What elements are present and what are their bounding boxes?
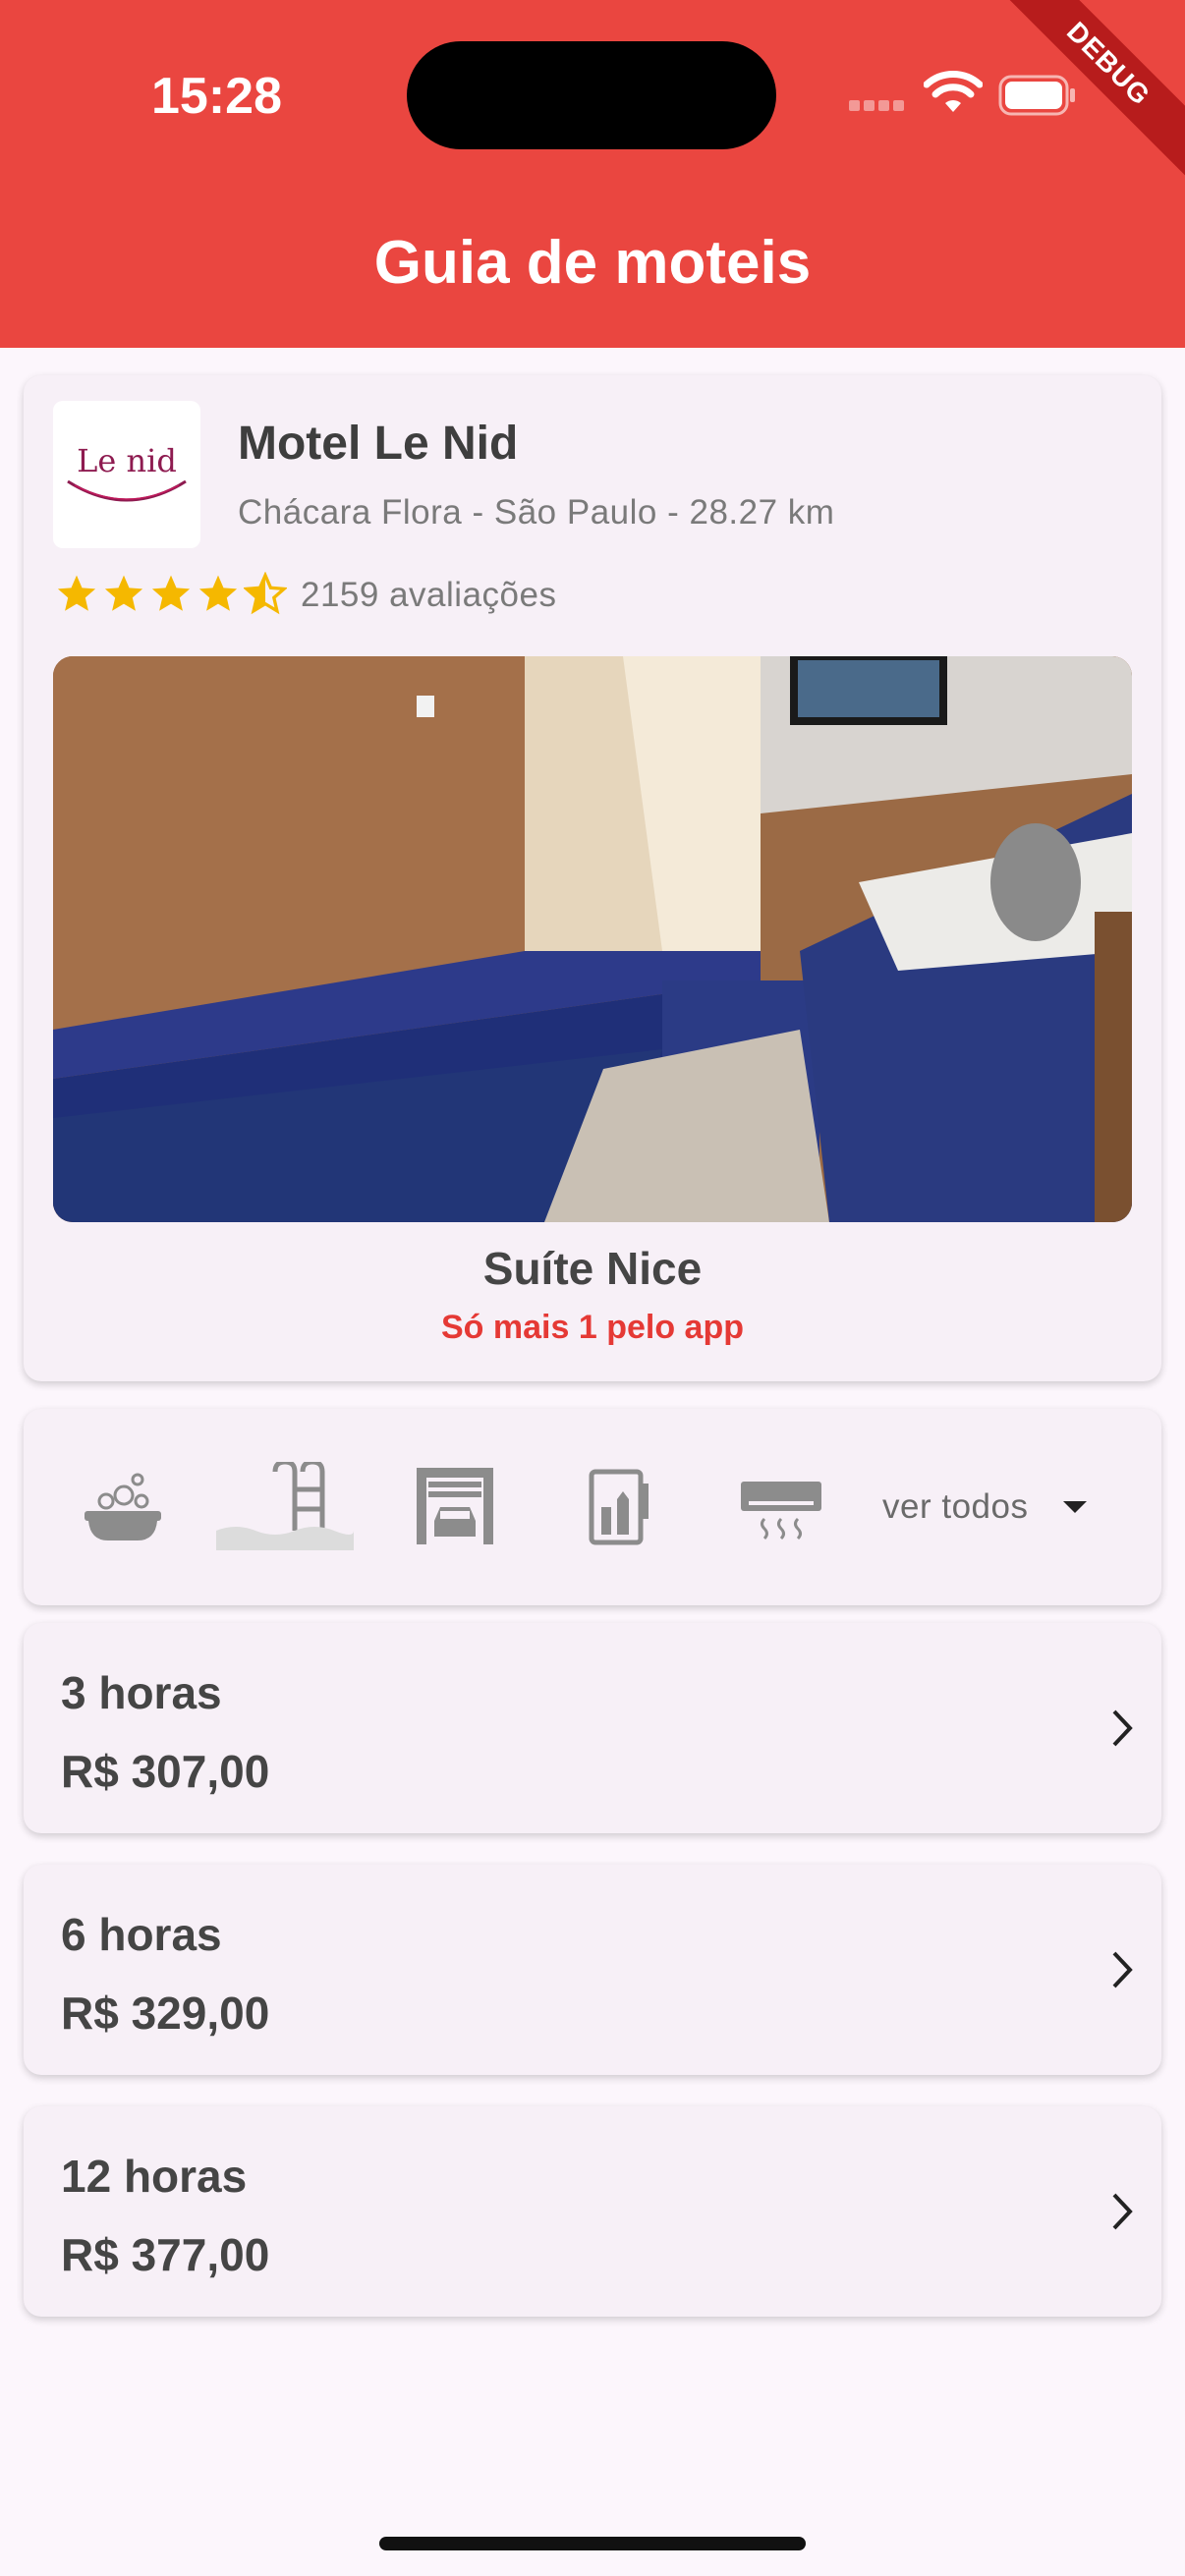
price-duration: 6 horas: [61, 1909, 222, 1960]
app-bar: 15:28 DEBUG Guia de moteis: [0, 0, 1185, 348]
minibar-icon: [574, 1462, 662, 1550]
star-icon: [198, 575, 238, 611]
home-indicator[interactable]: [379, 2537, 806, 2550]
price-duration: 3 horas: [61, 1667, 222, 1718]
see-all-amenities-button[interactable]: ver todos: [882, 1487, 1028, 1527]
status-time: 15:28: [151, 68, 282, 125]
cellular-signal-icon: [849, 98, 910, 114]
garage-icon: [411, 1462, 499, 1550]
motel-card[interactable]: Le nid Motel Le Nid Chácara Flora - São …: [24, 375, 1161, 1381]
price-option-6h[interactable]: 6 horas R$ 329,00: [24, 1865, 1161, 2075]
price-duration: 12 horas: [61, 2151, 248, 2202]
suite-photo[interactable]: [53, 656, 1132, 1222]
suite-name: Suíte Nice: [482, 1243, 703, 1294]
air-conditioning-icon: [737, 1462, 825, 1550]
motel-location: Chácara Flora - São Paulo - 28.27 km: [238, 493, 835, 532]
price-option-12h[interactable]: 12 horas R$ 377,00: [24, 2106, 1161, 2317]
wifi-icon: [923, 69, 984, 116]
rating-stars: [55, 571, 291, 621]
star-icon: [57, 575, 96, 611]
chevron-right-icon: [1112, 1951, 1133, 1988]
chevron-right-icon: [1112, 2193, 1133, 2230]
star-half-icon: [242, 571, 289, 615]
dynamic-island: [407, 41, 776, 149]
chevron-right-icon: [1112, 1709, 1133, 1747]
motel-logo: Le nid: [53, 401, 200, 548]
suite-promo: Só mais 1 pelo app: [441, 1309, 744, 1346]
star-icon: [151, 575, 191, 611]
battery-icon: [998, 75, 1077, 116]
app-title: Guia de moteis: [373, 229, 812, 297]
motel-name: Motel Le Nid: [238, 418, 519, 470]
dropdown-caret-icon: [1063, 1501, 1087, 1513]
logo-swoosh-icon: [67, 479, 187, 502]
price-value: R$ 307,00: [61, 1746, 270, 1797]
amenities-card: ver todos: [24, 1409, 1161, 1605]
bathtub-icon: [79, 1462, 167, 1550]
price-value: R$ 329,00: [61, 1988, 270, 2039]
pool-icon: [216, 1459, 354, 1550]
price-value: R$ 377,00: [61, 2229, 270, 2280]
review-count: 2159 avaliações: [301, 576, 557, 614]
price-option-3h[interactable]: 3 horas R$ 307,00: [24, 1623, 1161, 1833]
star-icon: [104, 575, 143, 611]
